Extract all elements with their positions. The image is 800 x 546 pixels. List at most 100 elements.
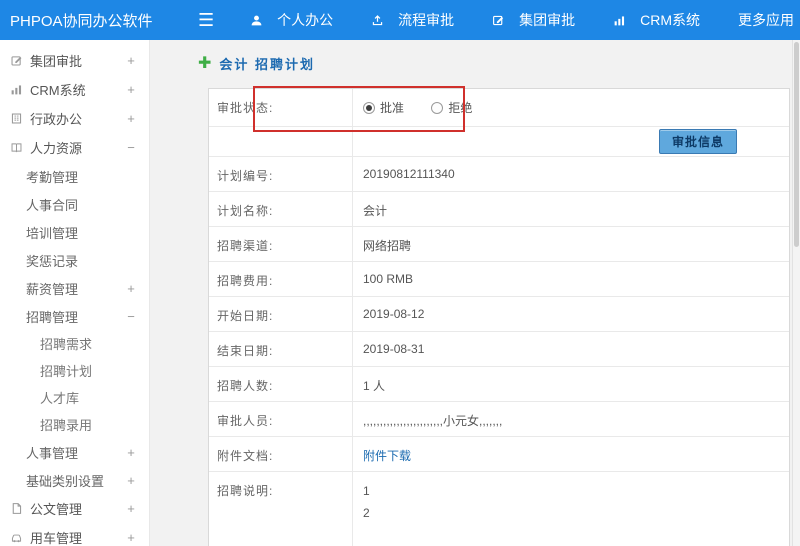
expand-plus-icon[interactable]: + — [125, 530, 137, 545]
sidebar-item-group-approval[interactable]: 集团审批 + — [0, 46, 149, 75]
expand-plus-icon[interactable]: + — [125, 445, 137, 460]
sidebar-item-label: 公文管理 — [30, 502, 83, 517]
nav-group-approval[interactable]: 集团审批 — [492, 10, 575, 30]
sidebar-item-personnel[interactable]: 人事管理 + — [0, 438, 149, 466]
sidebar-item-talent-pool[interactable]: 人才库 — [0, 384, 149, 411]
expand-plus-icon[interactable]: + — [125, 82, 137, 97]
sidebar-item-base-category[interactable]: 基础类别设置 + — [0, 466, 149, 494]
sidebar-item-label: 人才库 — [40, 391, 80, 406]
bar-chart-icon — [10, 83, 30, 96]
page-title-text: 会计 招聘计划 — [219, 57, 316, 72]
field-value: 1 2 — [353, 472, 789, 546]
field-label-empty — [209, 127, 353, 156]
description-line: 2 — [363, 506, 370, 520]
radio-reject[interactable]: 拒绝 — [431, 99, 472, 116]
expand-plus-icon[interactable]: + — [125, 473, 137, 488]
field-value: 2019-08-12 — [363, 307, 425, 321]
sidebar-item-hr-contract[interactable]: 人事合同 — [0, 190, 149, 218]
field-value: 20190812111340 — [363, 167, 455, 181]
sidebar-item-label: 行政办公 — [30, 112, 83, 127]
collapse-minus-icon[interactable]: − — [125, 309, 137, 324]
approval-info-button[interactable]: 审批信息 — [658, 129, 737, 154]
expand-plus-icon[interactable]: + — [125, 111, 137, 126]
sidebar-item-recruit-demand[interactable]: 招聘需求 — [0, 330, 149, 357]
form-row-start-date: 开始日期: 2019-08-12 — [209, 297, 789, 332]
sidebar-item-crm[interactable]: CRM系统 + — [0, 75, 149, 104]
sidebar-item-training[interactable]: 培训管理 — [0, 218, 149, 246]
sidebar-item-label: 人事管理 — [26, 445, 79, 461]
sidebar-item-label: 招聘需求 — [40, 337, 93, 352]
car-icon — [10, 531, 30, 544]
person-icon — [250, 14, 270, 27]
form-row-approvers: 审批人员: ,,,,,,,,,,,,,,,,,,,,,,,,小元女,,,,,,, — [209, 402, 789, 437]
field-label: 招聘说明: — [209, 472, 353, 546]
attachment-download-link[interactable]: 附件下载 — [363, 449, 411, 463]
sidebar-item-document-mgmt[interactable]: 公文管理 + — [0, 494, 149, 523]
page-scrollbar — [792, 40, 800, 546]
sidebar-item-admin-office[interactable]: 行政办公 + — [0, 104, 149, 133]
radio-approve-label: 批准 — [380, 101, 405, 115]
collapse-minus-icon[interactable]: − — [125, 140, 137, 155]
radio-reject-label: 拒绝 — [448, 101, 473, 115]
expand-plus-icon[interactable]: + — [125, 53, 137, 68]
radio-reject-circle[interactable] — [431, 101, 444, 114]
workflow-icon — [371, 14, 391, 27]
sidebar-item-attendance[interactable]: 考勤管理 — [0, 162, 149, 190]
nav-more-apps[interactable]: 更多应用 ▾ — [738, 10, 800, 30]
field-label: 审批状态: — [209, 89, 353, 126]
radio-approve-circle[interactable] — [363, 101, 375, 114]
sidebar-item-label: 招聘管理 — [26, 309, 79, 325]
field-label: 招聘人数: — [209, 367, 353, 401]
expand-plus-icon[interactable]: + — [125, 501, 137, 516]
field-value: 100 RMB — [363, 272, 414, 286]
field-value: 1 人 — [363, 379, 386, 393]
scrollbar-thumb[interactable] — [794, 42, 799, 247]
book-icon — [10, 141, 30, 154]
field-label: 招聘费用: — [209, 262, 353, 296]
approval-button-row: 审批信息 — [209, 127, 789, 157]
nav-crm[interactable]: CRM系统 — [613, 10, 700, 30]
expand-plus-icon[interactable]: + — [125, 281, 137, 296]
sidebar-item-vehicle-mgmt[interactable]: 用车管理 + — [0, 523, 149, 546]
app-logo: PHPOA协同办公软件 — [10, 12, 153, 30]
field-label: 附件文档: — [209, 437, 353, 471]
sidebar-item-recruitment[interactable]: 招聘管理 − — [0, 302, 149, 330]
menu-toggle-icon[interactable]: ☰ — [198, 11, 214, 29]
form-row-channel: 招聘渠道: 网络招聘 — [209, 227, 789, 262]
sidebar-item-label: 培训管理 — [26, 225, 79, 241]
form-row-cost: 招聘费用: 100 RMB — [209, 262, 789, 297]
sidebar-item-hr[interactable]: 人力资源 − — [0, 133, 149, 162]
nav-label: 集团审批 — [519, 12, 576, 28]
form-row-description: 招聘说明: 1 2 — [209, 472, 789, 546]
sidebar-item-label: 人力资源 — [30, 141, 83, 156]
radio-approve[interactable]: 批准 — [363, 99, 404, 116]
button-cell: 审批信息 — [353, 127, 789, 156]
form-row-plan-number: 计划编号: 20190812111340 — [209, 157, 789, 192]
edit-square-icon — [492, 14, 512, 27]
field-value: ,,,,,,,,,,,,,,,,,,,,,,,,小元女,,,,,,, — [363, 414, 503, 428]
field-value: 附件下载 — [353, 437, 789, 471]
approval-status-row: 审批状态: 批准 拒绝 — [209, 86, 789, 132]
nav-label: 个人办公 — [277, 12, 334, 28]
sidebar-item-label: 用车管理 — [30, 531, 83, 546]
top-navigation: 个人办公 流程审批 集团审批 CRM系统 更多应用 ▾ — [250, 10, 800, 30]
field-label: 审批人员: — [209, 402, 353, 436]
sidebar-item-recruit-plan[interactable]: 招聘计划 — [0, 357, 149, 384]
nav-label: 流程审批 — [398, 12, 455, 28]
field-value: 会计 — [363, 204, 388, 218]
sidebar-item-label: 集团审批 — [30, 54, 83, 69]
sidebar-item-label: 招聘录用 — [40, 418, 93, 433]
form-row-end-date: 结束日期: 2019-08-31 — [209, 332, 789, 367]
sidebar-item-recruit-hire[interactable]: 招聘录用 — [0, 411, 149, 438]
sidebar-item-salary[interactable]: 薪资管理 + — [0, 274, 149, 302]
nav-personal-office[interactable]: 个人办公 — [250, 10, 333, 30]
sidebar-item-label: 奖惩记录 — [26, 253, 79, 269]
field-value: 2019-08-31 — [363, 342, 425, 356]
sidebar-item-rewards[interactable]: 奖惩记录 — [0, 246, 149, 274]
sidebar-item-label: 人事合同 — [26, 197, 79, 213]
bar-chart-icon — [613, 14, 633, 27]
add-icon: ✚ — [198, 54, 212, 72]
nav-workflow-approval[interactable]: 流程审批 — [371, 10, 454, 30]
approval-status-options: 批准 拒绝 — [353, 89, 789, 126]
field-label: 结束日期: — [209, 332, 353, 366]
